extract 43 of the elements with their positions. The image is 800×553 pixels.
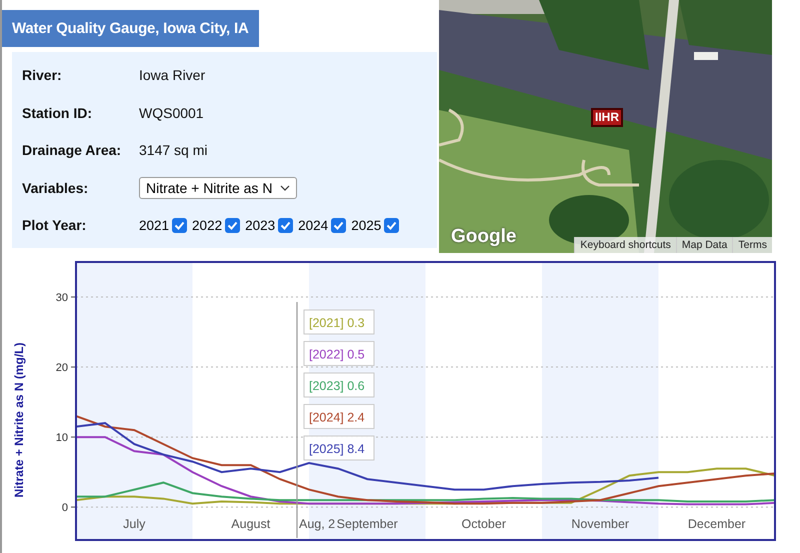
x-tick-label: November <box>571 517 630 531</box>
y-tick-label: 30 <box>56 292 68 304</box>
y-tick-label: 20 <box>56 362 68 374</box>
field-value: Iowa River <box>139 67 206 83</box>
field-label: Station ID: <box>22 104 93 120</box>
map-link[interactable]: Map Data <box>676 237 732 253</box>
year-label: 2023 <box>245 218 276 232</box>
year-label: 2025 <box>351 218 382 232</box>
year-checkbox[interactable] <box>225 218 240 232</box>
field-label: River: <box>22 67 63 83</box>
cursor-date-label: Aug, 2 <box>299 517 336 531</box>
field-label: Variables: <box>22 180 90 196</box>
y-tick-label: 0 <box>62 502 68 514</box>
value-tooltip: [2025] 8.4 <box>304 436 374 460</box>
value-tooltip: [2024] 2.4 <box>304 404 374 429</box>
y-axis-title: Nitrate + Nitrite as N (mg/L) <box>12 342 26 498</box>
value-tooltip: [2023] 0.6 <box>304 372 374 398</box>
y-tick-label: 10 <box>56 432 68 444</box>
year-checkbox[interactable] <box>384 218 400 232</box>
field-label: Plot Year: <box>22 217 88 233</box>
x-tick-label: December <box>688 517 746 531</box>
year-checkbox[interactable] <box>278 218 294 232</box>
x-tick-label: July <box>123 517 146 531</box>
year-label: 2021 <box>139 218 170 232</box>
year-checkbox[interactable] <box>172 218 188 232</box>
field-value: 3147 sq mi <box>139 142 208 158</box>
map-link[interactable]: Terms <box>732 237 772 253</box>
value-tooltip: [2022] 0.5 <box>304 341 374 366</box>
variables-dropdown[interactable]: Nitrate + Nitrite as N <box>139 176 298 198</box>
x-tick-label: September <box>336 517 398 531</box>
field-value: WQS0001 <box>139 104 204 120</box>
map-logo: Google <box>451 226 516 248</box>
chevron-down-icon <box>280 184 290 190</box>
field-label: Drainage Area: <box>22 142 122 158</box>
x-tick-label: October <box>462 517 506 531</box>
year-label: 2024 <box>298 218 328 232</box>
page-title: Water Quality Gauge, Iowa City, IA <box>2 10 259 47</box>
year-checkbox[interactable] <box>331 218 346 232</box>
year-label: 2022 <box>192 218 222 232</box>
map-link[interactable]: Keyboard shortcuts <box>574 237 676 253</box>
value-tooltip: [2021] 0.3 <box>304 310 374 334</box>
map-marker[interactable]: IIHR <box>591 108 623 127</box>
x-tick-label: August <box>231 517 270 531</box>
